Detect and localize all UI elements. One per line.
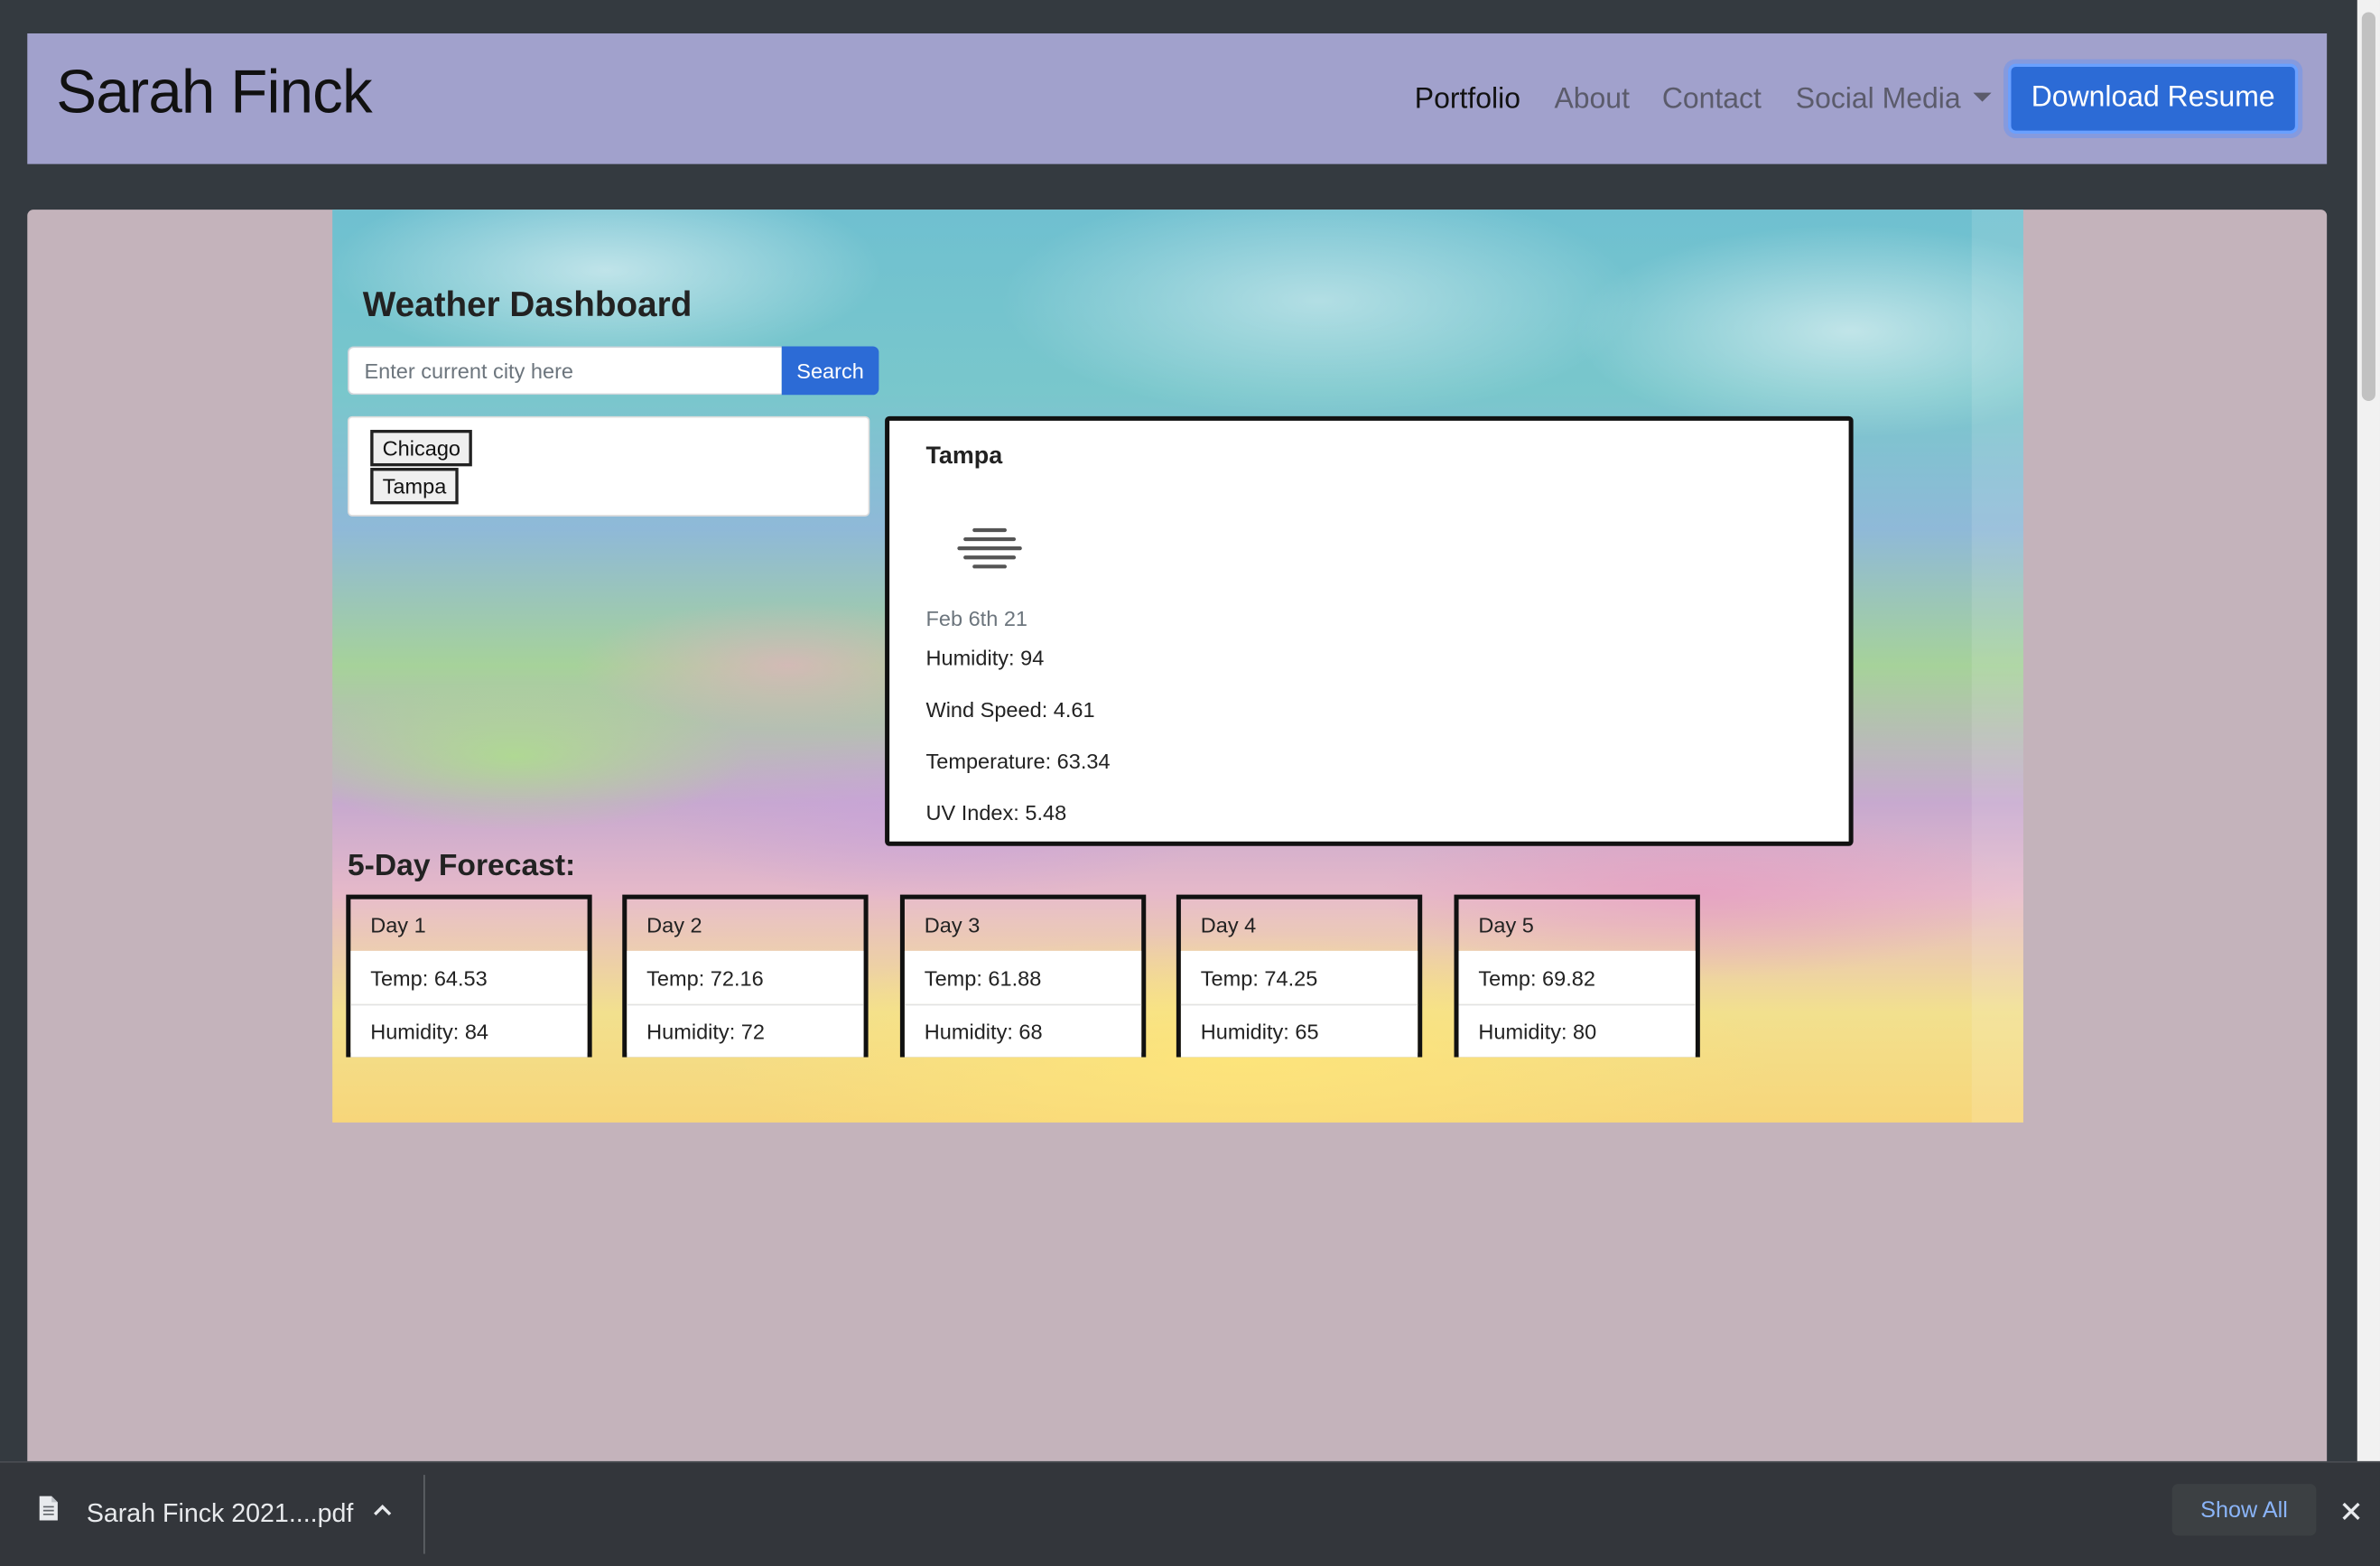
- current-uv-index: UV Index: 5.48: [925, 800, 1067, 825]
- download-bar-divider: [423, 1475, 425, 1554]
- forecast-day: Day 1: [350, 899, 588, 951]
- forecast-day: Day 2: [627, 899, 864, 951]
- browser-viewport: Sarah Finck Portfolio About Contact Soci…: [0, 0, 2380, 1566]
- download-file-name[interactable]: Sarah Finck 2021....pdf: [87, 1499, 354, 1530]
- history-button-tampa[interactable]: Tampa: [370, 468, 459, 505]
- forecast-temp: Temp: 61.88: [904, 950, 1142, 1004]
- download-resume-button[interactable]: Download Resume: [2008, 63, 2299, 135]
- nav-link-contact[interactable]: Contact: [1662, 84, 1762, 117]
- forecast-day: Day 4: [1180, 899, 1418, 951]
- download-bar: Sarah Finck 2021....pdf Show All: [0, 1460, 2380, 1566]
- forecast-card: Day 1 Temp: 64.53 Humidity: 84: [346, 894, 592, 1058]
- current-wind-speed: Wind Speed: 4.61: [925, 696, 1095, 722]
- forecast-temp: Temp: 69.82: [1458, 950, 1696, 1004]
- navbar: Sarah Finck Portfolio About Contact Soci…: [27, 33, 2328, 164]
- forecast-humidity: Humidity: 80: [1458, 1003, 1696, 1058]
- search-history: Chicago Tampa: [347, 415, 870, 517]
- forecast-day: Day 5: [1458, 899, 1696, 951]
- page-title: Weather Dashboard: [362, 284, 693, 324]
- forecast-day: Day 3: [904, 899, 1142, 951]
- current-weather-card: Tampa Feb 6th 21 Humidity: 94 Wind Speed…: [885, 415, 1854, 846]
- show-all-button[interactable]: Show All: [2171, 1484, 2317, 1536]
- forecast-card: Day 3 Temp: 61.88 Humidity: 68: [899, 894, 1147, 1058]
- forecast-card: Day 5 Temp: 69.82 Humidity: 80: [1454, 894, 1700, 1058]
- history-button-chicago[interactable]: Chicago: [370, 429, 473, 467]
- close-icon[interactable]: [2340, 1501, 2362, 1523]
- forecast-card: Day 2 Temp: 72.16 Humidity: 72: [622, 894, 869, 1058]
- nav-link-portfolio[interactable]: Portfolio: [1415, 84, 1520, 117]
- forecast-humidity: Humidity: 68: [904, 1003, 1142, 1058]
- forecast-humidity: Humidity: 72: [627, 1003, 864, 1058]
- forecast-humidity: Humidity: 65: [1180, 1003, 1418, 1058]
- document-icon: [39, 1496, 58, 1521]
- nav-link-social-media-label: Social Media: [1795, 83, 1961, 116]
- forecast-temp: Temp: 64.53: [350, 950, 588, 1004]
- city-search-input[interactable]: [347, 346, 782, 396]
- current-temperature: Temperature: 63.34: [925, 749, 1111, 774]
- mist-icon: [957, 527, 1022, 569]
- forecast-temp: Temp: 72.16: [627, 950, 864, 1004]
- page-scrollbar[interactable]: [2357, 0, 2380, 1461]
- current-humidity: Humidity: 94: [925, 645, 1045, 670]
- background-edge: [1971, 210, 2023, 1123]
- scrollbar-thumb[interactable]: [2361, 12, 2375, 402]
- forecast-temp: Temp: 74.25: [1180, 950, 1418, 1004]
- current-city: Tampa: [925, 443, 1003, 470]
- nav-dropdown-social-media[interactable]: Social Media: [1795, 83, 1992, 117]
- forecast-card: Day 4 Temp: 74.25 Humidity: 65: [1176, 894, 1423, 1058]
- brand-name[interactable]: Sarah Finck: [56, 60, 372, 128]
- chevron-up-icon[interactable]: [372, 1502, 394, 1517]
- forecast-title: 5-Day Forecast:: [347, 849, 576, 883]
- caret-down-icon: [1973, 92, 1992, 102]
- current-date: Feb 6th 21: [925, 606, 1028, 630]
- search-button[interactable]: Search: [781, 346, 879, 396]
- nav-link-about[interactable]: About: [1554, 84, 1629, 117]
- forecast-humidity: Humidity: 84: [350, 1003, 588, 1058]
